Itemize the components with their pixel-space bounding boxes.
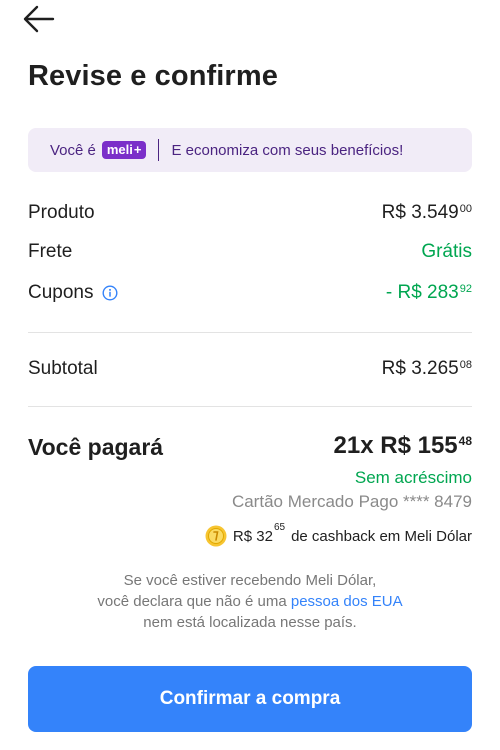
banner-message: E economiza com seus benefícios! — [171, 141, 404, 159]
frete-label: Frete — [28, 241, 73, 262]
produto-amount: R$ 3.549 — [381, 202, 459, 223]
subtotal-amount: R$ 3.265 — [381, 358, 459, 379]
divider — [28, 406, 472, 407]
divider — [28, 332, 472, 333]
produto-price: R$ 3.549 00 — [382, 202, 472, 224]
coin-icon — [205, 525, 227, 547]
cupons-price: - R$ 283 92 — [386, 282, 472, 304]
subtotal-label: Subtotal — [28, 358, 98, 379]
cupons-row: Cupons - R$ 283 92 — [28, 282, 472, 304]
produto-row: Produto R$ 3.549 00 — [28, 202, 472, 224]
cashback-cents: 65 — [273, 521, 286, 533]
page-title: Revise e confirme — [28, 60, 278, 92]
subtotal-cents: 08 — [459, 359, 472, 371]
badge-plus: + — [133, 142, 142, 157]
confirm-purchase-button[interactable]: Confirmar a compra — [28, 666, 472, 732]
banner-prefix: Você é — [50, 141, 96, 159]
disclaimer-line-1: Se você estiver recebendo Meli Dólar, — [123, 572, 377, 589]
disclaimer-line-2: você declara que não é uma pessoa dos EU… — [28, 591, 472, 612]
payment-card-info: Cartão Mercado Pago **** 8479 — [231, 492, 472, 511]
arrow-left-icon — [23, 5, 55, 33]
cupons-cents: 92 — [459, 283, 472, 295]
badge-text: meli — [106, 142, 133, 157]
us-person-link[interactable]: pessoa dos EUA — [291, 593, 403, 610]
cupons-label: Cupons — [28, 282, 94, 303]
cashback-text: de cashback em Meli Dólar — [291, 527, 472, 545]
cashback-amount-group: R$ 32 65 — [232, 522, 285, 545]
disclaimer-line-2-text: você declara que não é uma — [97, 593, 291, 610]
disclaimer: Se você estiver recebendo Meli Dólar, vo… — [28, 570, 472, 633]
produto-label: Produto — [28, 202, 95, 223]
total-installments: 21x R$ 155 — [333, 432, 458, 459]
banner-separator — [158, 139, 160, 161]
interest-note: Sem acréscimo — [354, 468, 472, 487]
subtotal-price: R$ 3.265 08 — [382, 358, 472, 380]
cupons-label-group: Cupons — [28, 282, 118, 304]
cashback-amount: R$ 32 — [232, 527, 273, 545]
meli-plus-banner: Você é meli + E economiza com seus benefí… — [28, 128, 472, 172]
disclaimer-line-3: nem está localizada nesse país. — [143, 614, 357, 631]
meli-plus-badge: meli + — [101, 141, 147, 159]
back-button[interactable] — [22, 4, 56, 34]
info-icon[interactable] — [101, 285, 118, 301]
frete-value: Grátis — [421, 241, 472, 262]
cupons-amount: - R$ 283 — [385, 282, 459, 303]
cashback-info: R$ 32 65 de cashback em Meli Dólar — [205, 522, 472, 547]
subtotal-row: Subtotal R$ 3.265 08 — [28, 358, 472, 380]
produto-cents: 00 — [459, 203, 472, 215]
total-value: 21x R$ 155 48 — [334, 432, 472, 460]
total-label: Você pagará — [28, 434, 164, 460]
total-cents: 48 — [458, 434, 472, 448]
frete-row: Frete Grátis — [28, 241, 472, 263]
